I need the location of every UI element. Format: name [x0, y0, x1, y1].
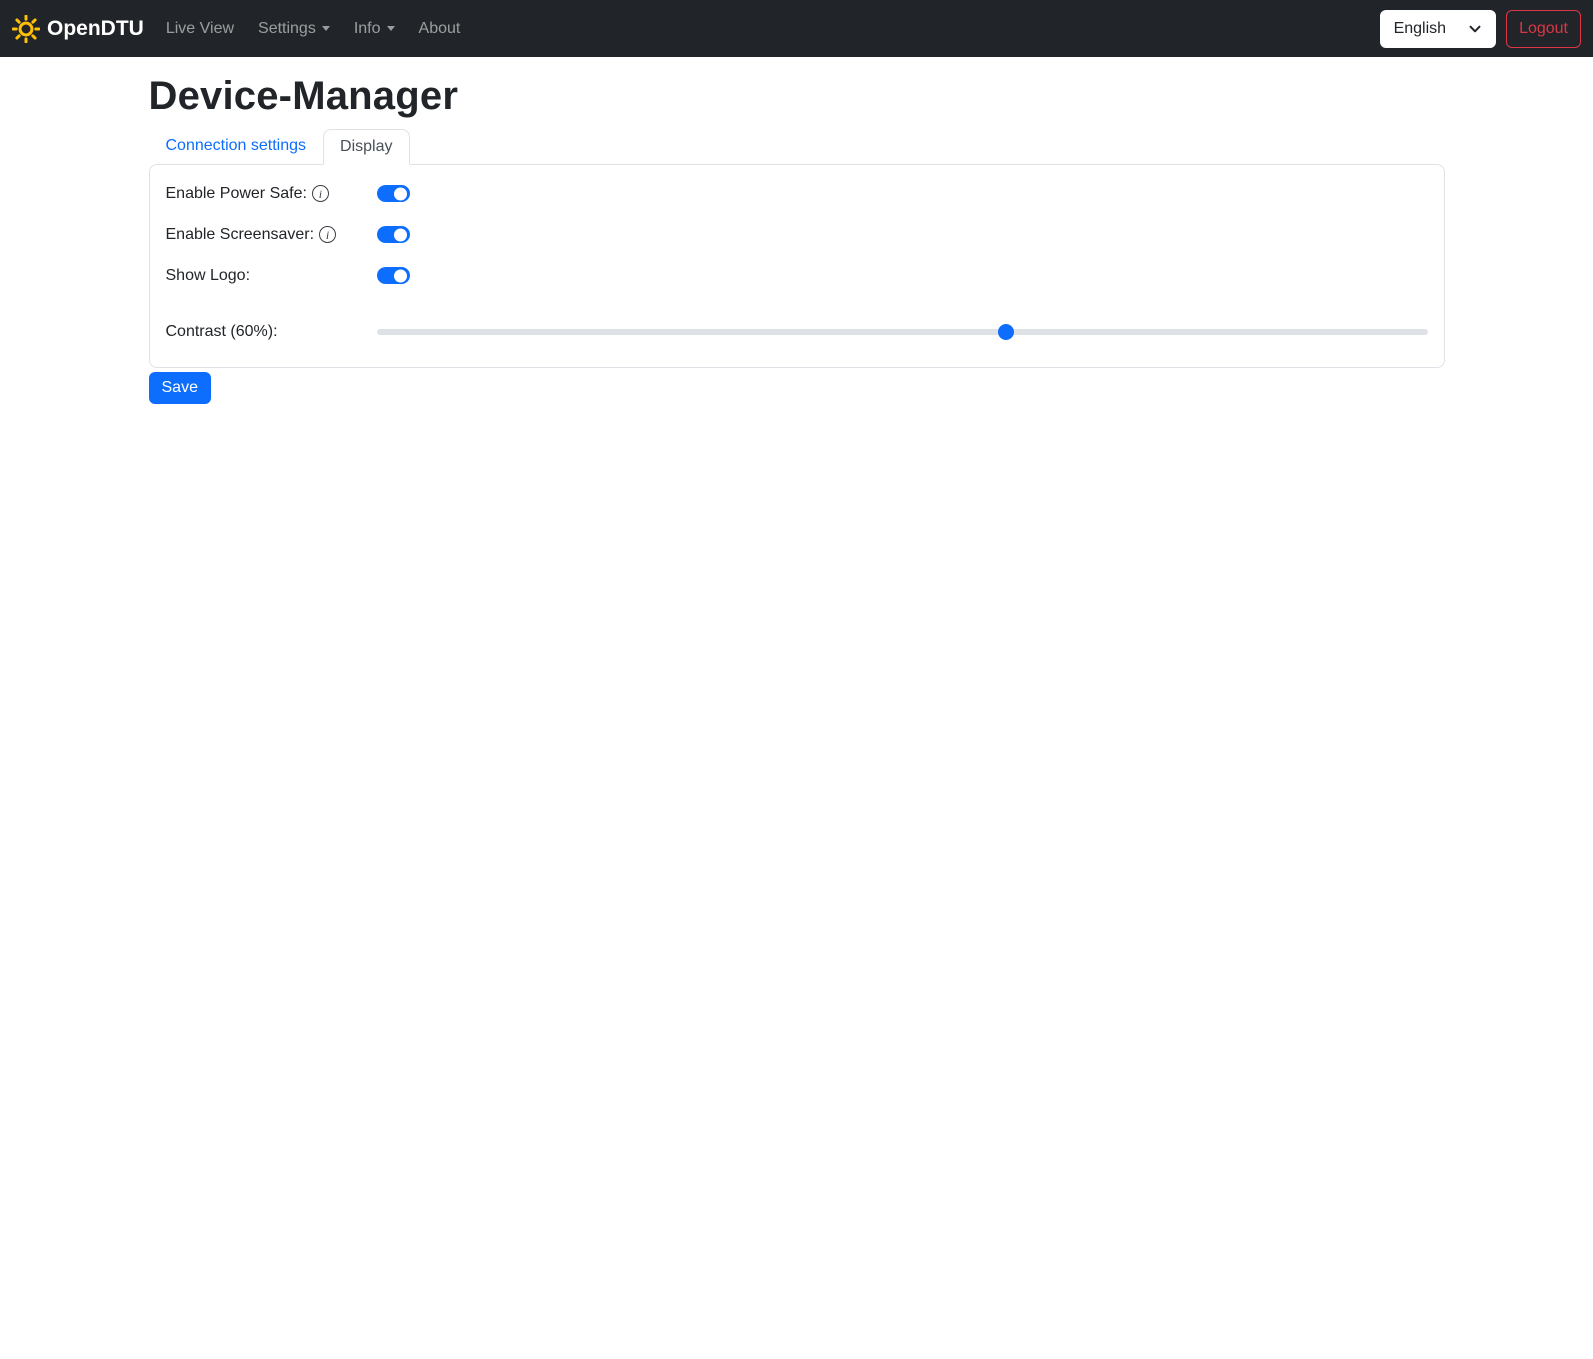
brand[interactable]: OpenDTU — [12, 11, 144, 47]
navbar: OpenDTU Live View Settings Info About En… — [0, 0, 1593, 57]
page-title: Device-Manager — [148, 74, 459, 118]
show-logo-toggle[interactable] — [376, 267, 410, 284]
form-label: Enable Power Safe: i — [166, 185, 377, 203]
tab-display[interactable]: Display — [323, 129, 410, 165]
form-row-contrast: Contrast (60%): — [166, 313, 1428, 351]
enable-power-safe-toggle[interactable] — [376, 185, 410, 202]
control-col — [376, 185, 1428, 202]
form-row-enable-screensaver: Enable Screensaver: i — [166, 222, 1428, 247]
show-logo-label: Show Logo: — [165, 266, 251, 284]
display-settings-card: Enable Power Safe: i Enable Screensaver:… — [148, 164, 1445, 368]
form-label: Show Logo: — [166, 267, 377, 285]
control-col — [376, 226, 1428, 243]
save-button[interactable]: Save — [148, 372, 211, 404]
nav-item-settings[interactable]: Settings — [246, 12, 342, 46]
info-icon[interactable]: i — [319, 226, 337, 243]
control-col — [376, 324, 1428, 340]
contrast-slider[interactable] — [376, 324, 1428, 340]
language-select[interactable]: English — [1379, 9, 1497, 48]
nav-item-label: Live View — [165, 19, 235, 37]
language-select-value: English — [1393, 19, 1447, 37]
nav-item-live-view[interactable]: Live View — [154, 12, 246, 46]
nav-item-label: Info — [353, 19, 381, 37]
contrast-label: Contrast (60%): — [165, 323, 278, 340]
nav-item-about[interactable]: About — [407, 12, 473, 46]
logout-button[interactable]: Logout — [1506, 9, 1581, 48]
nav-links: Live View Settings Info About — [154, 12, 473, 46]
info-icon[interactable]: i — [311, 185, 329, 202]
enable-screensaver-label: Enable Screensaver: — [165, 225, 315, 243]
form-label: Contrast (60%): — [166, 323, 377, 341]
tab-connection-settings[interactable]: Connection settings — [149, 128, 324, 164]
form-row-show-logo: Show Logo: — [166, 263, 1428, 288]
enable-screensaver-toggle[interactable] — [376, 226, 410, 243]
tab-bar: Connection settings Display — [149, 128, 1445, 165]
navbar-right: English Logout — [1379, 9, 1581, 48]
nav-item-label: About — [418, 19, 461, 37]
main-container: Device-Manager Connection settings Displ… — [137, 74, 1457, 404]
caret-down-icon — [321, 26, 330, 31]
enable-power-safe-label: Enable Power Safe: — [165, 184, 307, 202]
form-row-enable-power-safe: Enable Power Safe: i — [166, 181, 1428, 206]
caret-down-icon — [386, 26, 395, 31]
nav-item-label: Settings — [258, 19, 316, 37]
nav-item-info[interactable]: Info — [342, 12, 407, 46]
sun-icon — [12, 14, 40, 43]
form-label: Enable Screensaver: i — [166, 226, 377, 244]
chevron-down-icon — [1468, 22, 1482, 36]
brand-label: OpenDTU — [47, 16, 144, 40]
control-col — [376, 267, 1428, 284]
